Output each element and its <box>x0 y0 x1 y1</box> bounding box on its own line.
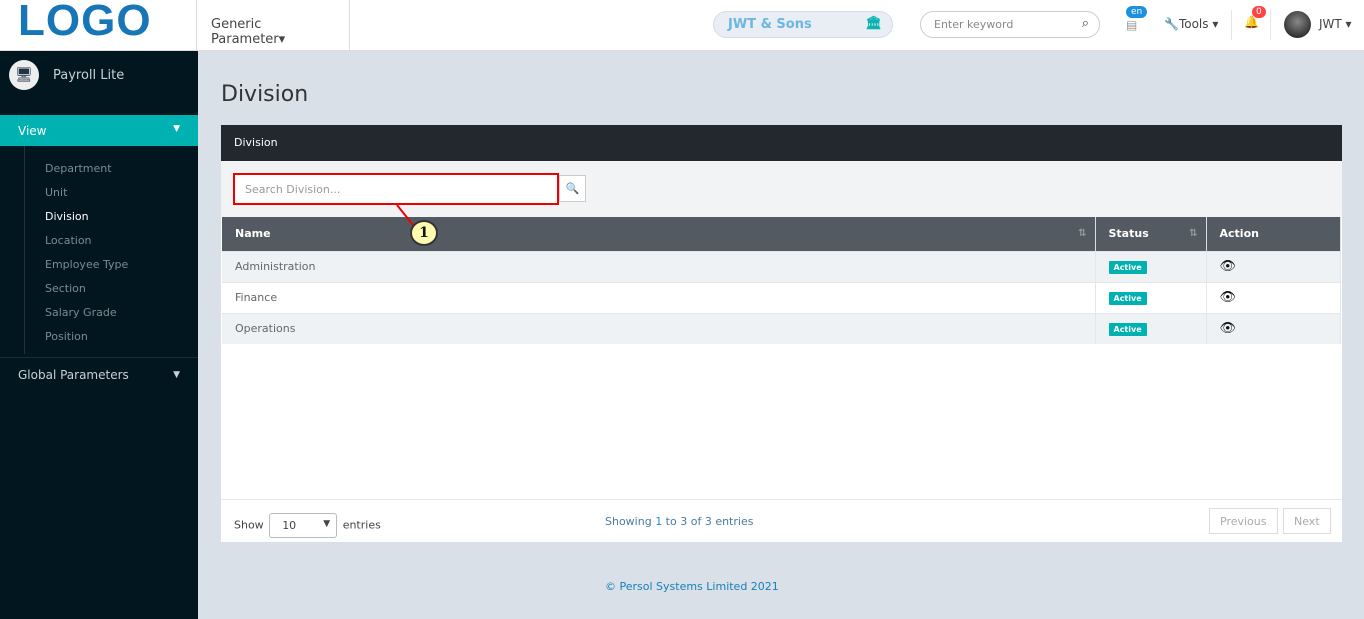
logo[interactable]: LOGO <box>18 0 152 46</box>
search-button[interactable]: 🔍 <box>559 175 586 202</box>
monitor-icon: 🖥 <box>9 60 39 90</box>
sort-icon: ⇅ <box>1189 228 1198 239</box>
sidebar-item-department[interactable]: Department <box>45 162 112 175</box>
sidebar-item-employee-type[interactable]: Employee Type <box>45 258 128 271</box>
entries-control: Show 10 ▼ entries <box>234 513 381 538</box>
eye-icon[interactable]: 👁 <box>1220 321 1237 336</box>
sort-icon: ⇅ <box>1078 228 1087 239</box>
entries-select[interactable]: 10 ▼ <box>269 513 338 538</box>
footer-copyright: © Persol Systems Limited 2021 <box>605 580 779 593</box>
search-division-input[interactable]: Search Division... <box>233 173 559 205</box>
eye-icon[interactable]: 👁 <box>1220 290 1237 305</box>
keyword-search[interactable]: Enter keyword ⌕ <box>920 11 1100 38</box>
division-panel: Division Search Division... 🔍 Name ⇅ Stat… <box>221 125 1342 542</box>
user-menu[interactable]: JWT ▾ <box>1319 17 1352 31</box>
sidebar-item-salary-grade[interactable]: Salary Grade <box>45 306 117 319</box>
caret-down-icon: ▼ <box>173 124 180 134</box>
column-status[interactable]: Status ⇅ <box>1095 217 1207 251</box>
sidebar-submenu: Department Unit Division Location Employ… <box>24 146 128 354</box>
division-table: Name ⇅ Status ⇅ Action Administration Activ… <box>222 217 1341 344</box>
top-bar: LOGO Generic Parameter▾ JWT & Sons 🏛 Ente… <box>0 0 1364 51</box>
sidebar-item-section[interactable]: Section <box>45 282 86 295</box>
callout-pointer <box>396 204 414 226</box>
status-badge: Active <box>1108 292 1147 305</box>
table-row: Operations Active 👁 <box>222 312 1341 344</box>
table-row: Finance Active 👁 <box>222 281 1341 313</box>
table-footer: Show 10 ▼ entries Showing 1 to 3 of 3 ent… <box>221 499 1342 542</box>
table-info: Showing 1 to 3 of 3 entries <box>605 515 754 528</box>
sidebar-view[interactable]: View ▼ <box>0 115 198 146</box>
app-name: Payroll Lite <box>53 68 125 83</box>
sidebar: 🖥 Payroll Lite View ▼ Department Unit Div… <box>0 51 198 619</box>
table-row: Administration Active 👁 <box>222 250 1341 282</box>
column-name[interactable]: Name ⇅ <box>222 217 1096 251</box>
sidebar-item-position[interactable]: Position <box>45 330 88 343</box>
page-title: Division <box>221 82 309 107</box>
company-selector[interactable]: JWT & Sons 🏛 <box>713 11 893 38</box>
divider <box>1270 10 1271 40</box>
column-action: Action <box>1206 217 1341 251</box>
module-dropdown[interactable]: Generic Parameter▾ <box>196 0 350 51</box>
tools-menu[interactable]: 🔧Tools ▾ <box>1164 17 1218 31</box>
bank-icon: 🏛 <box>865 16 882 31</box>
search-icon[interactable]: ⌕ <box>1082 16 1089 31</box>
panel-title: Division <box>221 125 1342 161</box>
eye-icon[interactable]: 👁 <box>1220 259 1237 274</box>
sidebar-global-parameters[interactable]: Global Parameters ▼ <box>0 357 198 392</box>
wrench-icon: 🔧 <box>1164 17 1179 31</box>
search-bar: Search Division... 🔍 <box>221 161 1342 217</box>
sidebar-item-location[interactable]: Location <box>45 234 92 247</box>
chevron-down-icon: ▼ <box>323 519 331 529</box>
language-badge[interactable]: en <box>1126 6 1148 18</box>
sidebar-item-unit[interactable]: Unit <box>45 186 67 199</box>
next-button[interactable]: Next <box>1283 508 1331 534</box>
status-badge: Active <box>1108 323 1147 337</box>
avatar[interactable] <box>1284 11 1311 38</box>
status-badge: Active <box>1108 261 1147 274</box>
language-icon[interactable]: ▤ <box>1126 18 1137 32</box>
previous-button[interactable]: Previous <box>1209 508 1278 534</box>
caret-down-icon: ▼ <box>173 370 180 380</box>
divider <box>1231 10 1232 40</box>
notification-count: 0 <box>1252 6 1266 18</box>
sidebar-item-division[interactable]: Division <box>45 210 89 223</box>
